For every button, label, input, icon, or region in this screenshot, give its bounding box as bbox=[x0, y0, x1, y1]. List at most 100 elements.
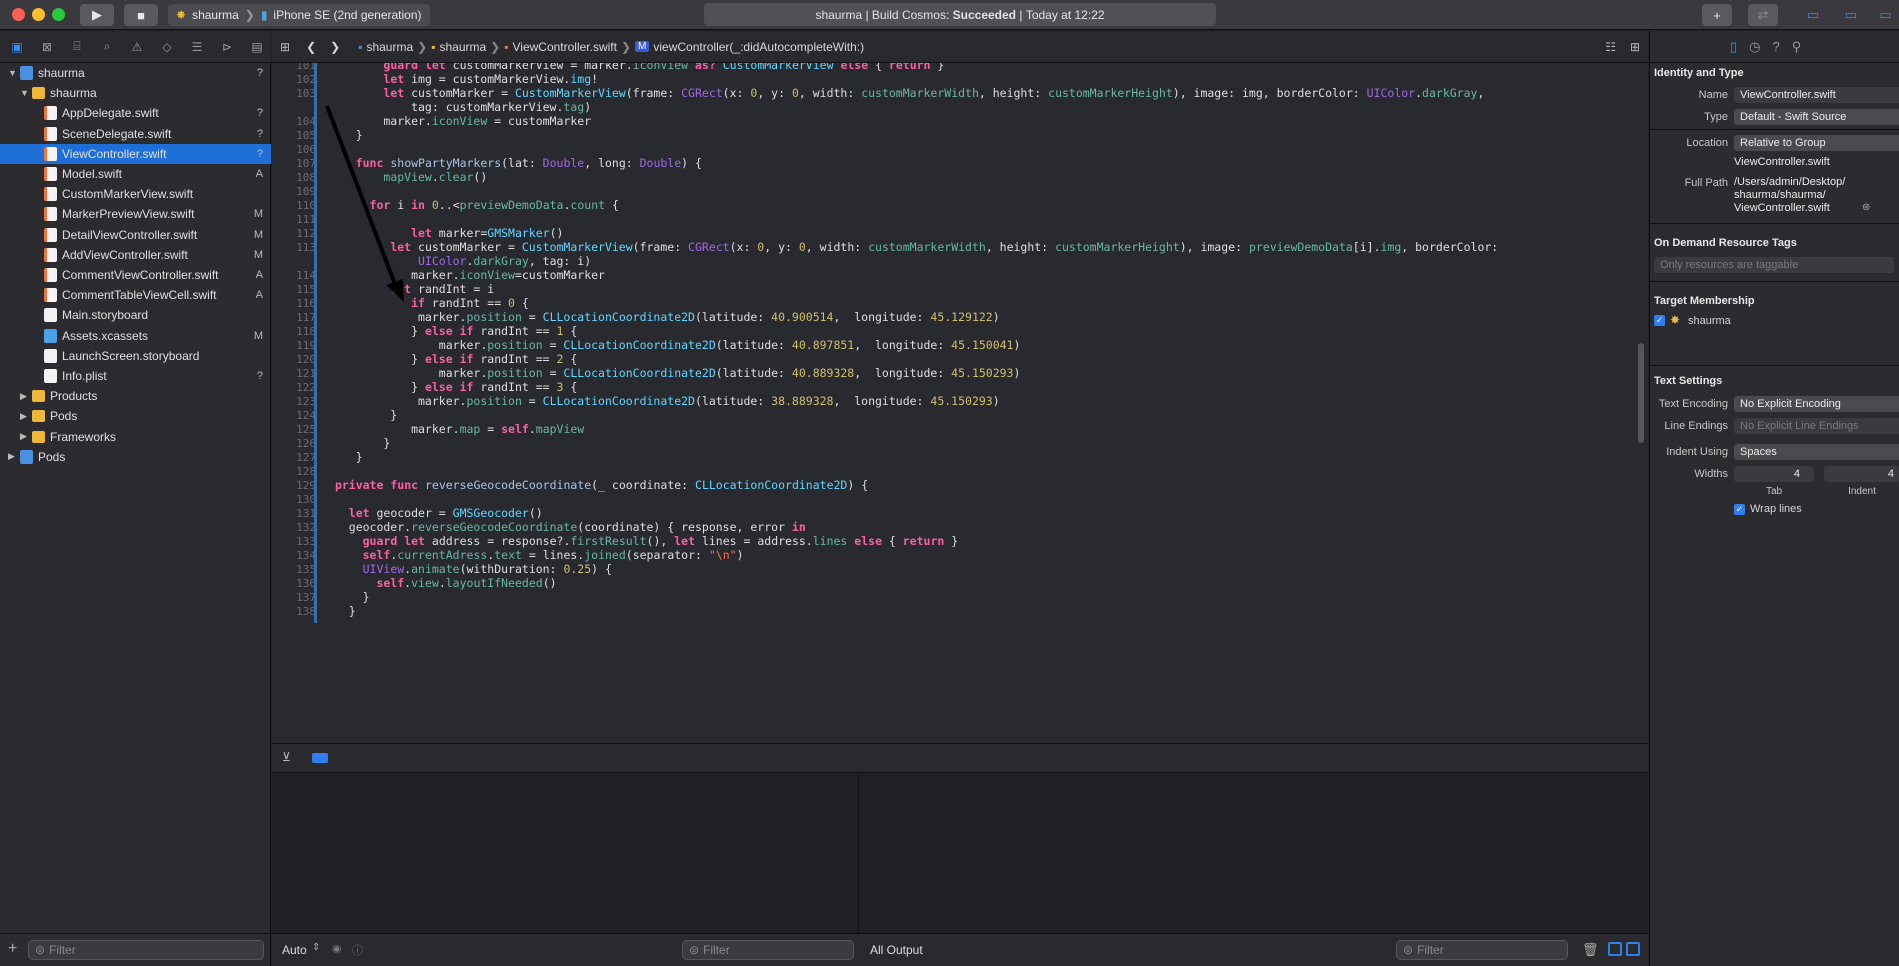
test-navigator-icon[interactable]: ◇ bbox=[156, 40, 178, 54]
toggle-debug-area-button[interactable]: ▭ bbox=[1836, 4, 1866, 26]
code-line[interactable]: let randInt = i bbox=[328, 282, 494, 296]
debug-navigator-icon[interactable]: ☰ bbox=[186, 40, 208, 54]
jump-method[interactable]: viewController(_:didAutocompleteWith:) bbox=[653, 40, 864, 54]
code-line[interactable]: for i in 0..<previewDemoData.count { bbox=[328, 198, 619, 212]
line-number[interactable]: 119 bbox=[272, 339, 316, 352]
disclosure-closed-icon[interactable]: ▶ bbox=[20, 431, 27, 442]
code-line[interactable]: } bbox=[328, 408, 397, 422]
source-control-navigator-icon[interactable]: ⊠ bbox=[36, 40, 58, 54]
navigator-item[interactable]: LaunchScreen.storyboard bbox=[0, 346, 271, 366]
line-number[interactable]: 137 bbox=[272, 591, 316, 604]
line-number[interactable]: 105 bbox=[272, 129, 316, 142]
code-line[interactable]: marker.iconView = customMarker bbox=[328, 114, 591, 128]
navigator-item[interactable]: ▶ Frameworks bbox=[0, 427, 271, 447]
disclosure-open-icon[interactable]: ▼ bbox=[20, 88, 29, 98]
editor-scrollbar[interactable] bbox=[1638, 343, 1644, 443]
type-popup[interactable]: Default - Swift Source bbox=[1734, 109, 1899, 125]
report-navigator-icon[interactable]: ▤ bbox=[246, 40, 268, 54]
line-number[interactable]: 112 bbox=[272, 227, 316, 240]
line-endings-popup[interactable]: No Explicit Line Endings bbox=[1734, 418, 1899, 434]
code-line[interactable]: } bbox=[328, 436, 390, 450]
breakpoints-toggle-icon[interactable] bbox=[312, 753, 328, 763]
navigator-item[interactable]: Assets.xcassets M bbox=[0, 326, 271, 346]
zoom-window-button[interactable] bbox=[52, 8, 65, 21]
line-number[interactable]: 109 bbox=[272, 185, 316, 198]
line-number[interactable]: 110 bbox=[272, 199, 316, 212]
line-number[interactable]: 124 bbox=[272, 409, 316, 422]
location-popup[interactable]: Relative to Group bbox=[1734, 135, 1899, 151]
code-line[interactable]: self.view.layoutIfNeeded() bbox=[328, 576, 556, 590]
split-left-icon[interactable] bbox=[1608, 942, 1622, 956]
code-line[interactable]: } else if randInt == 1 { bbox=[328, 324, 577, 338]
code-line[interactable]: let img = customMarkerView.img! bbox=[328, 72, 598, 86]
add-editor-icon[interactable]: ⊞ bbox=[1630, 40, 1640, 54]
code-line[interactable]: marker.position = CLLocationCoordinate2D… bbox=[328, 366, 1021, 380]
line-number[interactable]: 122 bbox=[272, 381, 316, 394]
code-line[interactable]: } else if randInt == 2 { bbox=[328, 352, 577, 366]
code-line[interactable]: mapView.clear() bbox=[328, 170, 487, 184]
line-number[interactable]: 130 bbox=[272, 493, 316, 506]
line-number[interactable]: 118 bbox=[272, 325, 316, 338]
line-number[interactable]: 128 bbox=[272, 465, 316, 478]
find-navigator-icon[interactable]: ⌕ bbox=[96, 39, 118, 54]
line-number[interactable]: 111 bbox=[272, 213, 316, 226]
source-editor[interactable]: 101 102 103 104 105 106 107 108 109 110 111 112 113 1… bbox=[272, 63, 1648, 743]
line-number[interactable]: 116 bbox=[272, 297, 316, 310]
output-selector[interactable]: All Output bbox=[870, 943, 923, 957]
code-line[interactable]: marker.map = self.mapView bbox=[328, 422, 584, 436]
line-number[interactable]: 121 bbox=[272, 367, 316, 380]
code-line[interactable]: } bbox=[328, 590, 370, 604]
code-line[interactable]: func showPartyMarkers(lat: Double, long:… bbox=[328, 156, 702, 170]
navigator-item[interactable]: CustomMarkerView.swift bbox=[0, 184, 271, 204]
navigator-item[interactable]: CommentViewController.swift A bbox=[0, 265, 271, 285]
name-field[interactable]: ViewController.swift bbox=[1734, 87, 1899, 103]
code-line[interactable]: UIView.animate(withDuration: 0.25) { bbox=[328, 562, 612, 576]
code-line[interactable]: marker.position = CLLocationCoordinate2D… bbox=[328, 338, 1021, 352]
indent-using-popup[interactable]: Spaces bbox=[1734, 444, 1899, 460]
history-inspector-icon[interactable]: ◷ bbox=[1749, 39, 1760, 55]
code-line[interactable]: UIColor.darkGray, tag: i) bbox=[328, 254, 591, 268]
code-line[interactable]: marker.position = CLLocationCoordinate2D… bbox=[328, 394, 1000, 408]
line-number[interactable]: 101 bbox=[272, 63, 316, 72]
navigator-item[interactable]: SceneDelegate.swift? bbox=[0, 124, 271, 144]
code-line[interactable]: geocoder.reverseGeocodeCoordinate(coordi… bbox=[328, 520, 806, 534]
disclosure-open-icon[interactable]: ▼ bbox=[8, 68, 17, 78]
navigator-item[interactable]: Info.plist? bbox=[0, 366, 271, 386]
line-number[interactable]: 103 bbox=[272, 87, 316, 100]
code-line[interactable]: tag: customMarkerView.tag) bbox=[328, 100, 591, 114]
back-icon[interactable]: ❮ bbox=[306, 40, 316, 54]
line-number[interactable]: 129 bbox=[272, 479, 316, 492]
line-number[interactable]: 108 bbox=[272, 171, 316, 184]
code-line[interactable]: guard let customMarkerView = marker.icon… bbox=[328, 63, 944, 72]
line-number[interactable]: 135 bbox=[272, 563, 316, 576]
line-number[interactable]: 102 bbox=[272, 73, 316, 86]
jump-file[interactable]: ViewController.swift bbox=[512, 40, 616, 54]
console-filter-input[interactable]: ⊜ Filter bbox=[1396, 940, 1568, 960]
line-number[interactable]: 117 bbox=[272, 311, 316, 324]
line-number[interactable]: 138 bbox=[272, 605, 316, 618]
code-review-button[interactable]: ⇄ bbox=[1748, 4, 1778, 26]
line-number[interactable]: 134 bbox=[272, 549, 316, 562]
line-number[interactable]: 126 bbox=[272, 437, 316, 450]
encoding-popup[interactable]: No Explicit Encoding bbox=[1734, 396, 1899, 412]
line-number[interactable]: 120 bbox=[272, 353, 316, 366]
attributes-inspector-icon[interactable]: ⚲ bbox=[1792, 39, 1802, 55]
stop-button[interactable]: ■ bbox=[124, 4, 158, 26]
code-line[interactable]: marker.iconView=customMarker bbox=[328, 268, 605, 282]
variables-scope[interactable]: Auto bbox=[282, 943, 307, 957]
split-right-icon[interactable] bbox=[1626, 942, 1640, 956]
eye-icon[interactable]: ◉ bbox=[332, 942, 342, 955]
line-number[interactable]: 133 bbox=[272, 535, 316, 548]
navigator-item[interactable]: ▼ shaurma bbox=[0, 83, 271, 103]
line-number[interactable]: 107 bbox=[272, 157, 316, 170]
disclosure-closed-icon[interactable]: ▶ bbox=[20, 391, 27, 402]
disclosure-closed-icon[interactable]: ▶ bbox=[8, 451, 15, 462]
library-button[interactable]: + bbox=[1702, 4, 1732, 26]
code-line[interactable]: let customMarker = CustomMarkerView(fram… bbox=[328, 240, 1498, 254]
line-number[interactable]: 115 bbox=[272, 283, 316, 296]
code-line[interactable]: self.currentAdress.text = lines.joined(s… bbox=[328, 548, 744, 562]
navigator-item[interactable]: MarkerPreviewView.swift M bbox=[0, 204, 271, 224]
jump-group[interactable]: shaurma bbox=[439, 40, 486, 54]
line-number[interactable]: 114 bbox=[272, 269, 316, 282]
navigator-item[interactable]: ▶ Pods bbox=[0, 447, 271, 467]
